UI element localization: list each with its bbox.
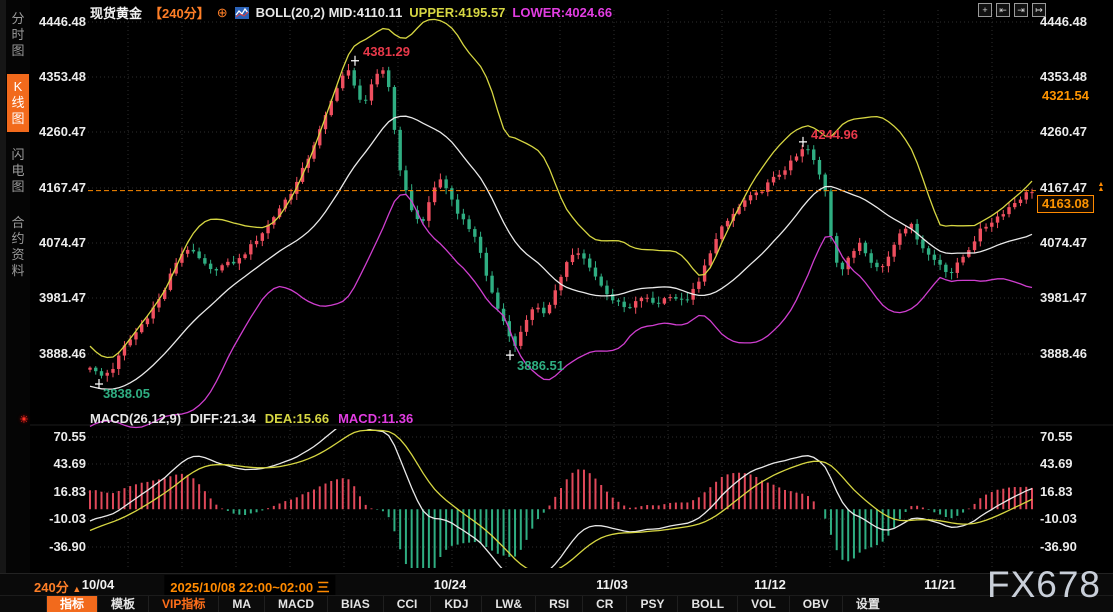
symbol-name: 现货黄金: [90, 3, 142, 22]
macd-axis-label: 16.83: [30, 485, 86, 499]
macd-axis-label: -36.90: [30, 540, 86, 554]
price-axis-label: 4074.47: [30, 236, 86, 250]
date-tick: 11/12: [754, 577, 786, 592]
macd-diff-label: DIFF:21.34: [190, 411, 256, 426]
pan-icon[interactable]: +: [978, 3, 992, 17]
sidebar-tab-0[interactable]: 分时图: [7, 6, 29, 64]
price-axis-label: 3888.46: [30, 347, 86, 361]
bottom-tab-RSI[interactable]: RSI: [535, 596, 582, 612]
boll-mid-label: BOLL(20,2) MID:4110.11: [256, 5, 403, 20]
price-axis-label: 3888.46: [1040, 347, 1108, 361]
macd-axis-label: 43.69: [30, 457, 86, 471]
period-tag[interactable]: 【240分】: [149, 3, 210, 22]
shift-right-icon[interactable]: ↦: [1032, 3, 1046, 17]
macd-axis-label: -10.03: [1040, 512, 1108, 526]
macd-axis-label: 70.55: [1040, 430, 1108, 444]
macd-axis-label: 16.83: [1040, 485, 1108, 499]
macd-axis-label: 70.55: [30, 430, 86, 444]
price-axis-label: 4260.47: [1040, 125, 1108, 139]
svg-text:3886.51: 3886.51: [517, 358, 564, 373]
bottom-tab-CCI[interactable]: CCI: [383, 596, 431, 612]
bottom-tab-VIP指标[interactable]: VIP指标: [148, 596, 218, 612]
sidebar-tab-2[interactable]: 闪电图: [7, 142, 29, 200]
price-axis-label: 3981.47: [1040, 291, 1108, 305]
macd-dea-label: DEA:15.66: [265, 411, 329, 426]
date-tick: 11/03: [596, 577, 628, 592]
add-indicator-icon[interactable]: ⊕: [217, 5, 228, 21]
zoom-in-icon[interactable]: ⇤: [996, 3, 1010, 17]
chart-thumbnail-icon: [235, 7, 249, 19]
bottom-tab-BOLL[interactable]: BOLL: [677, 596, 737, 612]
period-selector[interactable]: 240分 ▲: [34, 577, 81, 596]
alert-sun-icon[interactable]: ☀: [19, 413, 29, 426]
macd-header: MACD(26,12,9) DIFF:21.34 DEA:15.66 MACD:…: [90, 411, 413, 426]
bottom-tab-BIAS[interactable]: BIAS: [327, 596, 383, 612]
price-axis-label: 4353.48: [1040, 70, 1108, 84]
macd-axis-label: 43.69: [1040, 457, 1108, 471]
chart-type-sidebar: 分时图 K线图闪电图合约资料: [6, 0, 30, 573]
trading-app: 分时图 K线图闪电图合约资料 4381.29 4244.96 3886.51 3838.…: [0, 0, 1113, 612]
price-axis-label: 4446.48: [1040, 15, 1108, 29]
svg-text:4381.29: 4381.29: [363, 44, 410, 59]
fx678-watermark: FX678: [987, 564, 1101, 606]
bottom-tab-MACD[interactable]: MACD: [264, 596, 327, 612]
boll-upper-label: UPPER:4195.57: [409, 5, 505, 20]
price-axis-label: 4167.47: [30, 181, 86, 195]
chart-header: 现货黄金 【240分】 ⊕ BOLL(20,2) MID:4110.11 UPP…: [90, 3, 612, 22]
svg-text:4244.96: 4244.96: [811, 127, 858, 142]
bottom-tab-VOL[interactable]: VOL: [737, 596, 789, 612]
price-axis-label: 4353.48: [30, 70, 86, 84]
date-tick: 11/21: [924, 577, 956, 592]
bottom-tab-OBV[interactable]: OBV: [789, 596, 842, 612]
macd-axis-label: -36.90: [1040, 540, 1108, 554]
bottom-tab-LW&[interactable]: LW&: [481, 596, 535, 612]
bottom-tab-CR[interactable]: CR: [582, 596, 626, 612]
date-tick: 10/04: [82, 577, 115, 592]
indicator-toolbar: 指标模板VIP指标MAMACDBIASCCIKDJLW&RSICRPSYBOLL…: [0, 595, 1113, 612]
price-axis-label: 4446.48: [30, 15, 86, 29]
kline-chart-canvas[interactable]: 4381.29 4244.96 3886.51 3838.05: [30, 0, 1113, 573]
macd-axis-label: -10.03: [30, 512, 86, 526]
svg-text:3838.05: 3838.05: [103, 386, 150, 401]
macd-macd-label: MACD:11.36: [338, 411, 413, 426]
time-axis: 240分 ▲ 2025/10/08 22:00~02:00 三 10/0410/…: [0, 573, 1113, 595]
current-price-badge: 4163.08: [1037, 195, 1094, 213]
bottom-tab-PSY[interactable]: PSY: [626, 596, 677, 612]
price-axis-label: 4074.47: [1040, 236, 1108, 250]
prev-level-badge: 4321.54: [1038, 87, 1093, 105]
chart-area: 4381.29 4244.96 3886.51 3838.05 现货黄金 【240分】…: [30, 0, 1113, 573]
bottom-tab-模板[interactable]: 模板: [97, 596, 148, 612]
boll-lower-label: LOWER:4024.66: [512, 5, 612, 20]
date-tick: 10/24: [434, 577, 467, 592]
bottom-tab-指标[interactable]: 指标: [46, 596, 97, 612]
price-axis-label: 4260.47: [30, 125, 86, 139]
price-alert-icon[interactable]: ▲▲: [1096, 182, 1106, 192]
price-axis-label: 3981.47: [30, 291, 86, 305]
macd-params-label: MACD(26,12,9): [90, 411, 181, 426]
chart-toolbuttons: + ⇤ ⇥ ↦: [978, 3, 1046, 17]
zoom-out-icon[interactable]: ⇥: [1014, 3, 1028, 17]
sidebar-tab-3[interactable]: 合约资料: [7, 210, 29, 284]
bottom-tab-设置[interactable]: 设置: [842, 596, 893, 612]
bottom-tab-MA[interactable]: MA: [218, 596, 264, 612]
sidebar-tab-1[interactable]: K线图: [7, 74, 29, 132]
bottom-tab-KDJ[interactable]: KDJ: [430, 596, 481, 612]
